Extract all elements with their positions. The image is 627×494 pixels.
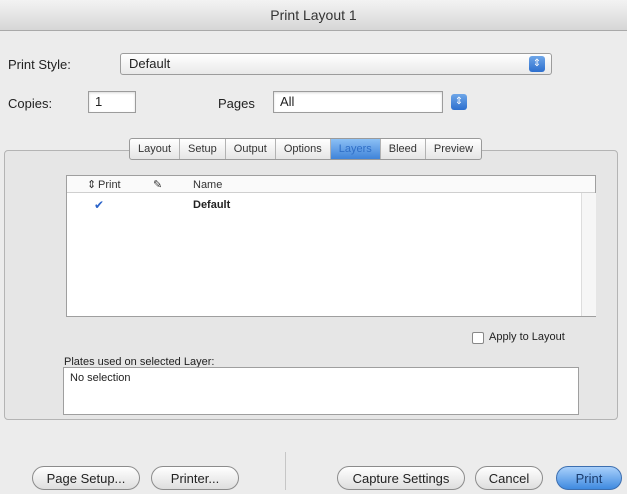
layer-name[interactable]: Default [193,199,230,211]
copies-label: Copies: [8,96,53,111]
print-style-value: Default [129,56,171,71]
print-style-label: Print Style: [8,57,71,72]
pages-popup-icon[interactable]: ⇕ [451,94,467,110]
button-divider [285,452,286,490]
sort-arrows-icon[interactable]: ⇕ [87,178,96,191]
layers-scrollbar[interactable] [581,193,596,316]
lock-icon[interactable]: ✎ [153,178,162,191]
layers-list-header [67,176,595,193]
print-style-stepper-icon[interactable]: ⇕ [529,56,545,72]
pages-field[interactable]: All [273,91,443,113]
window-title: Print Layout 1 [270,7,357,23]
print-style-popup[interactable]: Default [120,53,552,75]
plates-list[interactable]: No selection [63,367,579,415]
checkmark-icon[interactable]: ✔ [94,199,106,211]
title-bar: Print Layout 1 [0,0,627,31]
capture-settings-button[interactable]: Capture Settings [337,466,465,490]
tab-preview[interactable]: Preview [426,139,481,159]
page-setup-button[interactable]: Page Setup... [32,466,140,490]
column-header-print[interactable]: Print [98,179,121,191]
tab-setup[interactable]: Setup [180,139,226,159]
pages-label: Pages [218,96,255,111]
tab-options[interactable]: Options [276,139,331,159]
tab-layers[interactable]: Layers [330,139,381,159]
column-header-name[interactable]: Name [193,179,222,191]
copies-field[interactable]: 1 [88,91,136,113]
tab-output[interactable]: Output [226,139,276,159]
tab-layout[interactable]: Layout [130,139,181,159]
print-button[interactable]: Print [556,466,622,490]
apply-to-layout-label: Apply to Layout [489,331,565,343]
layers-list[interactable] [66,175,596,317]
tab-bleed[interactable]: Bleed [381,139,426,159]
cancel-button[interactable]: Cancel [475,466,543,490]
tab-bar: Layout Setup Output Options Layers Bleed… [129,138,483,160]
plates-value: No selection [70,372,131,384]
apply-to-layout-checkbox[interactable] [472,332,484,344]
printer-button[interactable]: Printer... [151,466,239,490]
